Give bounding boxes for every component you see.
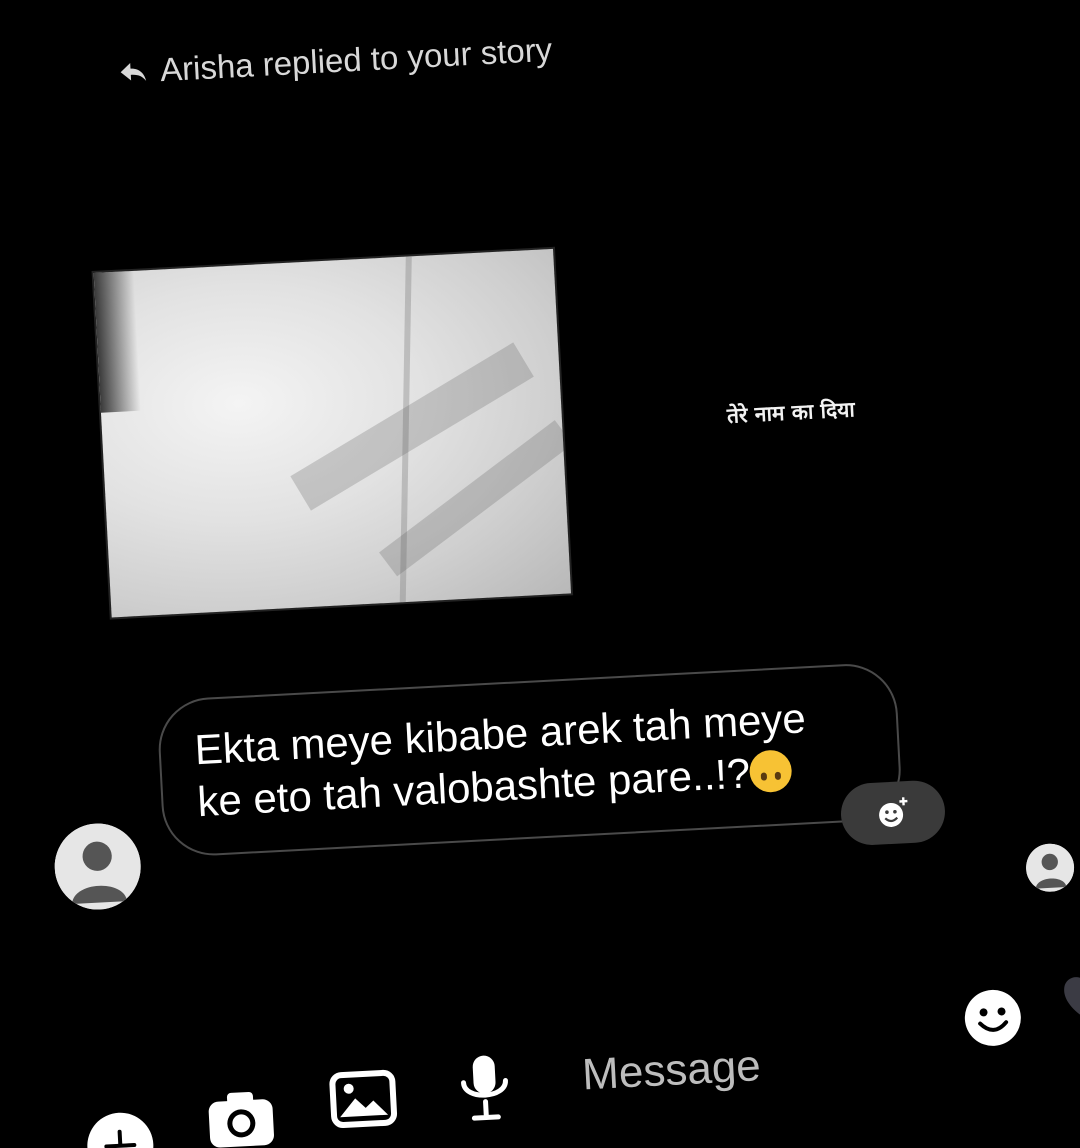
chat-thread: Arisha replied to your story तेरे नाम का… <box>0 0 1080 1148</box>
add-icon <box>104 1129 137 1148</box>
heart-button[interactable] <box>1057 966 1080 1029</box>
reply-context-text: Arisha replied to your story <box>159 30 554 89</box>
reply-arrow-icon <box>120 62 147 81</box>
microphone-icon <box>461 1055 508 1121</box>
message-input[interactable] <box>580 1022 924 1111</box>
add-button[interactable] <box>85 1111 156 1148</box>
seen-avatar <box>1024 842 1076 893</box>
sender-avatar[interactable] <box>52 821 143 912</box>
message-bubble[interactable]: Ekta meye kibabe arek tah meye ke eto ta… <box>156 661 904 859</box>
gallery-icon <box>329 1069 398 1129</box>
sticker-button[interactable] <box>960 985 1025 1050</box>
gallery-button[interactable] <box>328 1066 399 1131</box>
reply-context: Arisha replied to your story <box>117 31 553 92</box>
story-caption: तेरे नाम का दिया <box>726 397 856 428</box>
add-reaction-icon <box>879 797 908 827</box>
default-avatar-icon <box>1024 842 1076 893</box>
add-reaction-button[interactable] <box>839 779 947 847</box>
upside-down-face-emoji <box>748 749 794 794</box>
microphone-button[interactable] <box>453 1050 517 1123</box>
camera-button[interactable] <box>205 1087 278 1148</box>
heart-icon <box>1064 975 1080 1022</box>
story-preview-image[interactable] <box>93 248 572 618</box>
chat-screen: Arisha replied to your story तेरे नाम का… <box>0 0 1080 1148</box>
camera-icon <box>208 1091 274 1148</box>
default-avatar-icon <box>52 821 143 912</box>
sticker-icon <box>964 989 1021 1046</box>
